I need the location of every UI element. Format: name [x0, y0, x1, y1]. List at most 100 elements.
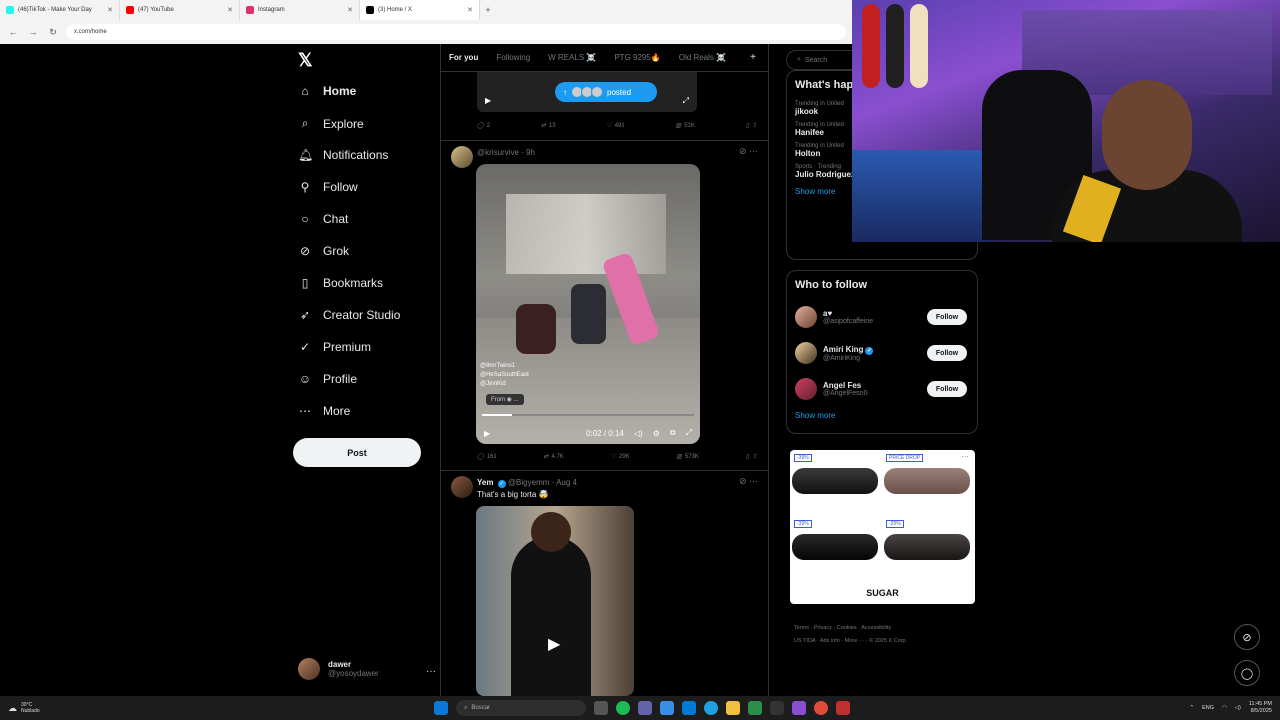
- footer-link[interactable]: Privacy: [814, 625, 832, 631]
- follow-suggestion[interactable]: a♥ @asipofcaffeine Follow: [787, 299, 977, 335]
- follow-suggestion[interactable]: Amiri King ✓ @AmiriKing Follow: [787, 335, 977, 371]
- nav-bookmarks[interactable]: ▯ Bookmarks: [298, 276, 383, 290]
- obs-icon[interactable]: [792, 701, 806, 715]
- tab-youtube[interactable]: (47) YouTube ✕: [120, 0, 240, 20]
- repost-button[interactable]: ⇄ 13: [541, 122, 556, 130]
- nav-grok[interactable]: ⊘ Grok: [298, 244, 349, 258]
- tab-w-reals[interactable]: W REALS ☠️: [548, 53, 596, 62]
- new-posts-pill[interactable]: ↑ posted: [555, 82, 657, 102]
- nav-chat[interactable]: ○ Chat: [298, 212, 348, 226]
- edge-icon[interactable]: [704, 701, 718, 715]
- teams-icon[interactable]: [638, 701, 652, 715]
- windows-icon[interactable]: [434, 701, 448, 715]
- language-indicator[interactable]: ENG: [1202, 705, 1214, 711]
- tweet-author[interactable]: Yem: [477, 478, 493, 487]
- app-icon[interactable]: [836, 701, 850, 715]
- video-player[interactable]: @8mrTwins1 @HeSaSouthEast @JinnKid From …: [476, 164, 700, 444]
- like-button[interactable]: ♡ 491: [606, 122, 624, 130]
- tab-following[interactable]: Following: [496, 53, 530, 62]
- more-icon[interactable]: ⊘ ···: [739, 476, 758, 487]
- fullscreen-icon[interactable]: ⤢: [683, 96, 689, 106]
- footer-link[interactable]: Cookies: [837, 625, 857, 631]
- task-view-icon[interactable]: [594, 701, 608, 715]
- footer-link[interactable]: Accessibility: [861, 625, 891, 631]
- footer-link[interactable]: Ads info: [820, 638, 840, 644]
- tab-x-home[interactable]: (3) Home / X ✕: [360, 0, 480, 20]
- post-button[interactable]: Post: [293, 438, 421, 467]
- close-icon[interactable]: ✕: [227, 6, 233, 14]
- tweet-handle[interactable]: @Bigyemm · Aug 4: [508, 478, 577, 487]
- fullscreen-icon[interactable]: ⤢: [686, 428, 692, 438]
- url-bar[interactable]: x.com/home: [66, 24, 846, 40]
- repost-button[interactable]: ⇄ 4.7K: [543, 453, 563, 461]
- follow-button[interactable]: Follow: [927, 309, 967, 325]
- nav-profile[interactable]: ☺ Profile: [298, 372, 357, 386]
- more-icon[interactable]: ···: [426, 666, 436, 677]
- reload-icon[interactable]: ↻: [46, 27, 60, 38]
- tab-for-you[interactable]: For you: [449, 53, 478, 62]
- nav-follow[interactable]: ⚲ Follow: [298, 180, 358, 194]
- play-icon[interactable]: ▶: [484, 429, 490, 438]
- tab-old-reals[interactable]: Old Reals ☠️: [679, 53, 726, 62]
- add-tab-icon[interactable]: +: [750, 52, 756, 63]
- follow-button[interactable]: Follow: [927, 381, 967, 397]
- settings-icon[interactable]: ⚙: [653, 429, 660, 438]
- app-icon[interactable]: [770, 701, 784, 715]
- avatar[interactable]: [451, 146, 473, 168]
- spotify-icon[interactable]: [616, 701, 630, 715]
- video-progress[interactable]: [482, 414, 694, 416]
- views-button[interactable]: ▥ 573K: [676, 453, 699, 461]
- weather-widget[interactable]: ☁ 30°C Nublado: [8, 702, 40, 714]
- more-icon[interactable]: ···: [961, 452, 969, 461]
- play-icon[interactable]: ▶: [485, 96, 491, 105]
- taskbar-search[interactable]: ⌕ Buscar: [456, 700, 586, 716]
- video-player[interactable]: ▶: [476, 506, 634, 696]
- views-button[interactable]: ▥ 51K: [675, 122, 694, 130]
- nav-premium[interactable]: ✓ Premium: [298, 340, 371, 354]
- app-icon[interactable]: [660, 701, 674, 715]
- tab-instagram[interactable]: Instagram ✕: [240, 0, 360, 20]
- tab-ptg[interactable]: PTG 9295🔥: [614, 53, 660, 62]
- volume-icon[interactable]: ◁): [1235, 705, 1241, 711]
- nav-notifications[interactable]: 🔔︎ Notifications: [298, 148, 388, 162]
- reply-button[interactable]: ◯ 2: [477, 122, 490, 130]
- forward-icon[interactable]: →: [26, 27, 40, 37]
- chat-icon[interactable]: ◯: [1234, 660, 1260, 686]
- close-icon[interactable]: ✕: [467, 6, 473, 14]
- app-icon[interactable]: [748, 701, 762, 715]
- folder-icon[interactable]: [726, 701, 740, 715]
- follow-button[interactable]: Follow: [927, 345, 967, 361]
- pip-icon[interactable]: ⧉: [670, 428, 676, 438]
- account-switcher[interactable]: dawer @yosoydawer ···: [298, 658, 436, 680]
- wifi-icon[interactable]: ◠: [1222, 705, 1227, 711]
- bookmark-button[interactable]: ▯ ⇪: [746, 122, 757, 129]
- bookmark-button[interactable]: ▯ ⇪: [746, 453, 757, 460]
- nav-more[interactable]: ⋯ More: [298, 404, 350, 418]
- avatar[interactable]: [451, 476, 473, 498]
- footer-link[interactable]: More ···: [845, 638, 865, 644]
- chevron-up-icon[interactable]: ⌃: [1189, 705, 1194, 711]
- tweet-handle[interactable]: @krisurvive · 9h: [477, 148, 535, 157]
- close-icon[interactable]: ✕: [347, 6, 353, 14]
- play-icon[interactable]: ▶: [548, 634, 560, 654]
- close-icon[interactable]: ✕: [107, 6, 113, 14]
- volume-icon[interactable]: ◁): [634, 429, 643, 438]
- outlook-icon[interactable]: [682, 701, 696, 715]
- x-logo-icon[interactable]: 𝕏: [298, 50, 313, 71]
- more-icon[interactable]: ⊘ ···: [739, 146, 758, 157]
- footer-link[interactable]: US TIDA: [794, 638, 815, 644]
- new-tab-button[interactable]: +: [480, 0, 496, 20]
- like-button[interactable]: ♡ 29K: [610, 453, 629, 461]
- from-badge[interactable]: From ◉ ...: [486, 394, 524, 405]
- reply-button[interactable]: ◯ 161: [477, 453, 497, 461]
- grok-icon[interactable]: ⊘: [1234, 624, 1260, 650]
- clock[interactable]: 11:45 PM 8/5/2025: [1249, 701, 1272, 715]
- chrome-icon[interactable]: [814, 701, 828, 715]
- show-more-link[interactable]: Show more: [787, 407, 977, 428]
- tab-tiktok[interactable]: (46)TikTok - Make Your Day ✕: [0, 0, 120, 20]
- follow-suggestion[interactable]: Angel Fes @AngelFesn0 Follow: [787, 371, 977, 407]
- nav-explore[interactable]: ⌕ Explore: [298, 116, 364, 131]
- nav-creator-studio[interactable]: ➶ Creator Studio: [298, 308, 400, 322]
- promoted-ad[interactable]: -39% PRICE DROP ··· -39% -35% SUGAR: [790, 450, 975, 604]
- footer-link[interactable]: Terms: [794, 625, 809, 631]
